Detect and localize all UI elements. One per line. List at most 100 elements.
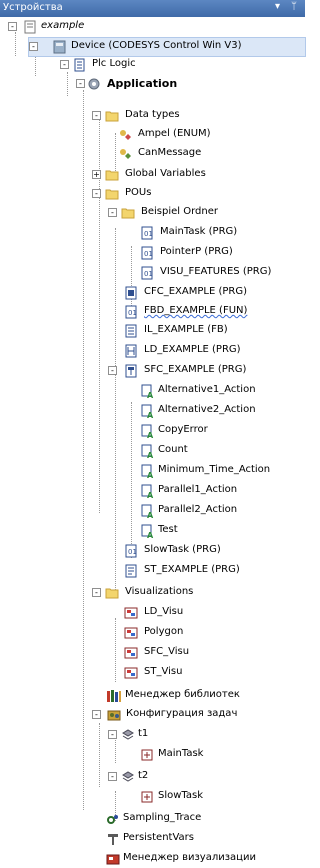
tree-label: SlowTask (PRG) bbox=[144, 544, 221, 555]
tree-label: CopyError bbox=[158, 424, 208, 435]
tree-label: SFC_EXAMPLE (PRG) bbox=[144, 364, 247, 375]
tree-label: Менеджер библиотек bbox=[125, 689, 240, 700]
folder-icon bbox=[105, 170, 119, 181]
collapse-icon[interactable]: - bbox=[92, 710, 101, 719]
dropdown-icon[interactable]: ▾ bbox=[275, 1, 280, 12]
tree-label: t2 bbox=[138, 770, 149, 781]
ld-pou-icon bbox=[125, 344, 137, 358]
tree-label: Count bbox=[158, 444, 188, 455]
cfc-pou-icon bbox=[125, 286, 137, 300]
tree-label: ST_Visu bbox=[144, 666, 183, 677]
tree-label: Visualizations bbox=[125, 586, 194, 597]
action-icon: A bbox=[141, 444, 154, 458]
action-icon: A bbox=[141, 404, 154, 418]
tree-label: Global Variables bbox=[125, 168, 206, 179]
tree-label: SFC_Visu bbox=[144, 646, 190, 657]
pou-icon: 01 bbox=[141, 266, 153, 280]
collapse-icon[interactable]: - bbox=[92, 111, 101, 120]
project-icon bbox=[24, 20, 36, 34]
task-call-icon bbox=[141, 791, 153, 803]
sfc-pou-icon bbox=[125, 364, 137, 378]
tree-label: Test bbox=[158, 524, 178, 535]
svg-text:01: 01 bbox=[128, 548, 137, 556]
svg-text:A: A bbox=[147, 451, 154, 458]
collapse-icon[interactable]: - bbox=[108, 366, 117, 375]
svg-text:A: A bbox=[147, 531, 154, 538]
tree-label: FBD_EXAMPLE (FUN) bbox=[144, 305, 248, 316]
collapse-icon[interactable]: - bbox=[29, 42, 38, 51]
tree-label: Device (CODESYS Control Win V3) bbox=[71, 40, 242, 51]
tree-label: Minimum_Time_Action bbox=[158, 464, 271, 475]
collapse-icon[interactable]: - bbox=[108, 730, 117, 739]
svg-text:01: 01 bbox=[128, 309, 137, 317]
data-type-icon bbox=[120, 130, 131, 140]
svg-text:A: A bbox=[147, 391, 154, 398]
pin-icon[interactable]: ᛘ bbox=[291, 1, 297, 12]
tree-label: PersistentVars bbox=[123, 832, 194, 843]
collapse-icon[interactable]: - bbox=[92, 588, 101, 597]
folder-icon bbox=[121, 208, 135, 219]
visualization-icon bbox=[124, 647, 138, 659]
svg-text:A: A bbox=[147, 431, 154, 438]
svg-text:01: 01 bbox=[144, 250, 153, 258]
pou-icon bbox=[125, 564, 137, 578]
library-icon bbox=[107, 690, 121, 702]
panel-titlebar: Устройства ▾ ᛘ bbox=[0, 0, 305, 17]
tree-label: Polygon bbox=[144, 626, 184, 637]
tree-label: Ampel (ENUM) bbox=[138, 128, 211, 139]
il-pou-icon bbox=[125, 324, 137, 338]
svg-text:A: A bbox=[147, 511, 154, 518]
folder-icon bbox=[105, 111, 119, 122]
persistent-vars-icon bbox=[108, 834, 118, 845]
svg-text:A: A bbox=[147, 411, 154, 418]
action-icon: A bbox=[141, 384, 154, 398]
pou-icon: 01 bbox=[141, 226, 153, 240]
tree-label: Beispiel Ordner bbox=[141, 206, 218, 217]
tree-label: IL_EXAMPLE (FB) bbox=[144, 324, 228, 335]
collapse-icon[interactable]: - bbox=[108, 208, 117, 217]
tree-label: Parallel2_Action bbox=[158, 504, 238, 515]
plc-logic-icon bbox=[74, 58, 85, 72]
collapse-icon[interactable]: - bbox=[60, 60, 69, 69]
visualization-icon bbox=[124, 607, 138, 619]
action-icon: A bbox=[141, 484, 154, 498]
tree-label: Data types bbox=[125, 109, 180, 120]
tree-label: Application bbox=[107, 77, 178, 90]
tree-label: LD_EXAMPLE (PRG) bbox=[144, 344, 241, 355]
visualization-icon bbox=[124, 627, 138, 639]
expand-icon[interactable]: + bbox=[92, 170, 101, 179]
tree-label: CanMessage bbox=[138, 147, 202, 158]
collapse-icon[interactable]: - bbox=[92, 189, 101, 198]
tree-label: SlowTask bbox=[158, 790, 204, 801]
fbd-pou-icon: 01 bbox=[125, 305, 137, 319]
collapse-icon[interactable]: - bbox=[8, 22, 17, 31]
tree-label: ST_EXAMPLE (PRG) bbox=[144, 564, 240, 575]
tree-label: LD_Visu bbox=[144, 606, 184, 617]
tree-label: Менеджер визуализации bbox=[123, 852, 256, 863]
action-icon: A bbox=[141, 504, 154, 518]
pou-icon: 01 bbox=[141, 246, 153, 260]
visualization-icon bbox=[124, 667, 138, 679]
folder-icon bbox=[105, 189, 119, 200]
tree-label: Конфигурация задач bbox=[126, 708, 238, 719]
folder-icon bbox=[105, 588, 119, 599]
tree-label: Sampling_Trace bbox=[123, 812, 202, 823]
task-icon bbox=[122, 771, 134, 782]
action-icon: A bbox=[141, 524, 154, 538]
task-icon bbox=[122, 729, 134, 740]
task-call-icon bbox=[141, 749, 153, 761]
tree-node-device[interactable]: - Device (CODESYS Control Win V3) bbox=[28, 37, 306, 57]
task-configuration-icon bbox=[107, 710, 121, 721]
tree-label: Parallel1_Action bbox=[158, 484, 238, 495]
collapse-icon[interactable]: - bbox=[76, 79, 85, 88]
tree-label: Plc Logic bbox=[92, 58, 136, 69]
svg-text:01: 01 bbox=[144, 230, 153, 238]
tree-label: Alternative2_Action bbox=[158, 404, 256, 415]
collapse-icon[interactable]: - bbox=[108, 772, 117, 781]
tree-label: Alternative1_Action bbox=[158, 384, 256, 395]
svg-text:01: 01 bbox=[144, 270, 153, 278]
action-icon: A bbox=[141, 424, 154, 438]
trace-icon bbox=[107, 815, 118, 824]
svg-text:A: A bbox=[147, 491, 154, 498]
device-icon bbox=[53, 40, 66, 54]
